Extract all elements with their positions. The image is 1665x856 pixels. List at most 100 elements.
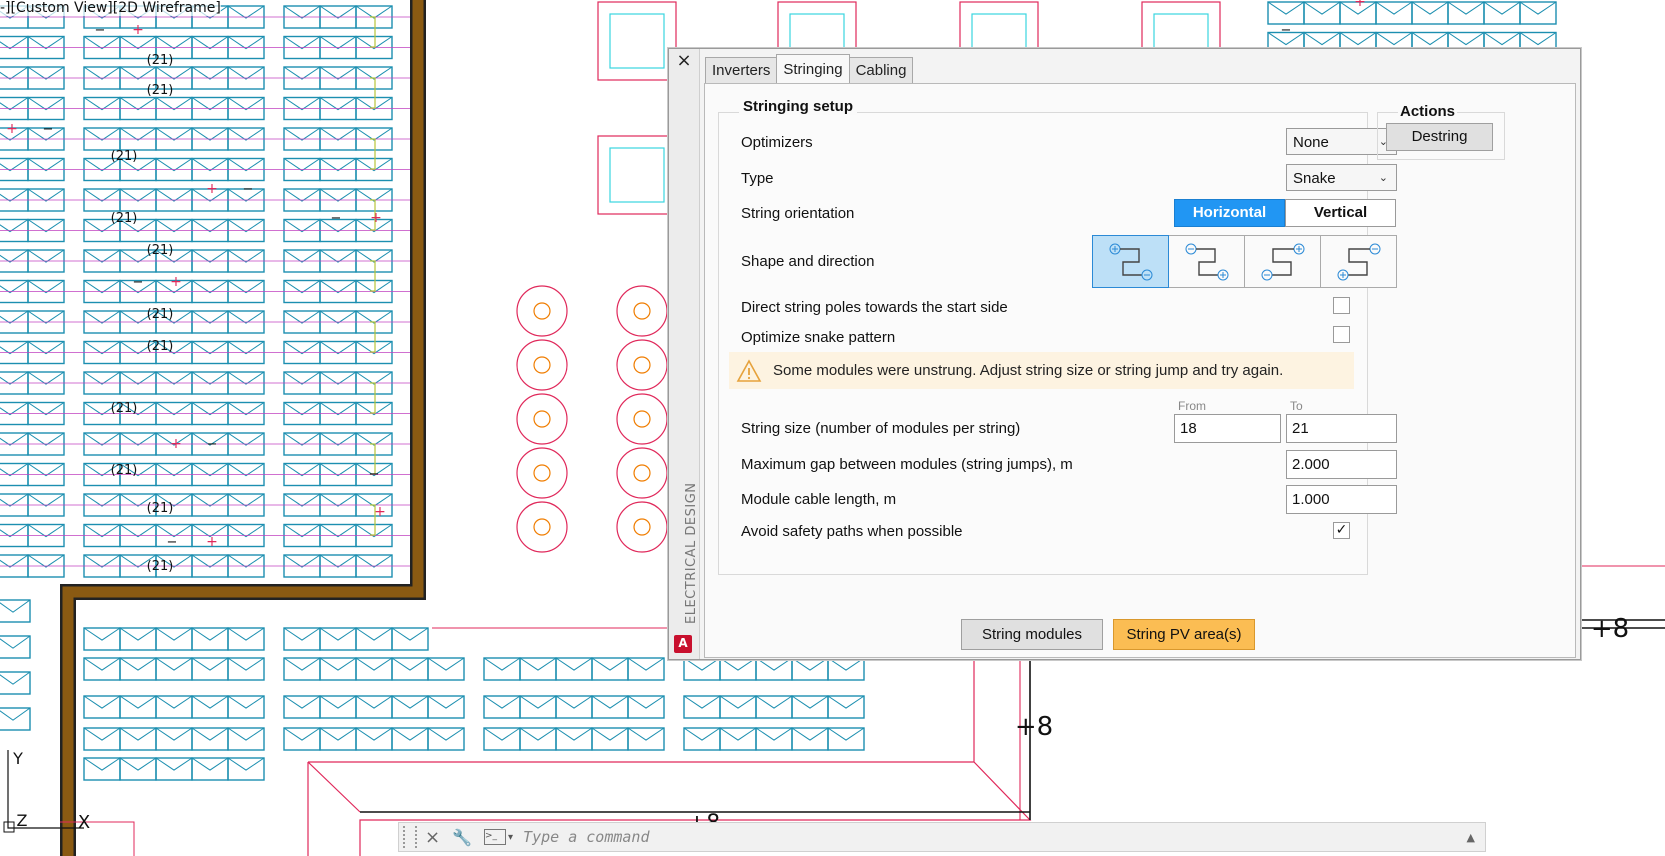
snake-shape-reverse-plus-icon	[1261, 243, 1304, 280]
shape-direction-options	[1092, 235, 1397, 288]
pole-minus: −	[369, 467, 380, 482]
pv-module	[155, 657, 193, 681]
snake-shape-minus-plus-icon	[1185, 243, 1228, 280]
shape-option-1[interactable]	[1092, 235, 1169, 288]
pole-minus: −	[243, 182, 254, 197]
pv-module	[719, 695, 757, 719]
optimizers-value: None	[1293, 134, 1329, 151]
string-orientation-label: String orientation	[741, 205, 855, 222]
pole-plus: +	[6, 121, 18, 137]
pv-module	[719, 657, 757, 681]
pv-module	[319, 695, 357, 719]
pv-module	[519, 727, 557, 751]
vent-inner	[533, 464, 551, 482]
pv-module	[427, 695, 465, 719]
orientation-toggle: Horizontal Vertical	[1174, 199, 1396, 227]
pv-module	[391, 657, 429, 681]
pv-module	[683, 695, 721, 719]
command-input[interactable]: Type a command	[523, 828, 1466, 846]
pv-module	[627, 727, 665, 751]
pv-module	[119, 627, 157, 651]
string-count-label: (21)	[147, 53, 174, 68]
viewport-label[interactable]: -][Custom View][2D Wireframe]	[0, 0, 221, 16]
pv-module	[683, 727, 721, 751]
vent-outer	[516, 447, 568, 499]
string-pv-areas-button[interactable]: String PV area(s)	[1113, 619, 1255, 650]
vent-outer	[616, 285, 668, 337]
shape-option-4[interactable]	[1320, 235, 1397, 288]
pv-module	[627, 695, 665, 719]
string-link	[370, 260, 376, 292]
direct-poles-checkbox[interactable]	[1333, 297, 1350, 314]
string-count-label: (21)	[147, 307, 174, 322]
max-gap-input[interactable]: 2.000	[1286, 450, 1397, 479]
pv-module	[283, 657, 321, 681]
pole-minus: −	[95, 23, 106, 38]
pv-module	[483, 695, 521, 719]
pole-plus: +	[206, 534, 218, 550]
pv-module	[355, 695, 393, 719]
vent-inner	[633, 302, 651, 320]
warning-icon	[729, 358, 769, 383]
type-select[interactable]: Snake ⌄	[1286, 164, 1397, 191]
shape-option-2[interactable]	[1168, 235, 1245, 288]
string-count-label: (21)	[111, 211, 138, 226]
string-count-label: (21)	[147, 559, 174, 574]
command-line-close-icon[interactable]: ×	[425, 827, 440, 848]
orientation-vertical-button[interactable]: Vertical	[1285, 199, 1396, 227]
tab-inverters[interactable]: Inverters	[705, 57, 778, 83]
cable-length-input[interactable]: 1.000	[1286, 485, 1397, 514]
shape-direction-label: Shape and direction	[741, 253, 875, 270]
string-modules-button[interactable]: String modules	[961, 619, 1103, 650]
vent-outer	[516, 339, 568, 391]
orientation-horizontal-button[interactable]: Horizontal	[1174, 199, 1285, 227]
autocad-logo-icon[interactable]: A	[674, 635, 692, 653]
destring-button[interactable]: Destring	[1386, 123, 1493, 151]
string-count-label: (21)	[147, 339, 174, 354]
pv-module	[791, 727, 829, 751]
pv-module	[755, 695, 793, 719]
pv-module	[191, 757, 229, 781]
command-prompt-icon[interactable]: >_	[484, 829, 507, 845]
command-line-grip[interactable]	[403, 826, 417, 848]
string-size-to-input[interactable]: 21	[1286, 414, 1397, 443]
customize-wrench-icon[interactable]: 🔧	[452, 828, 472, 847]
elevation-label: +8	[1591, 614, 1629, 644]
avoid-paths-checkbox[interactable]: ✓	[1333, 522, 1350, 539]
pv-module	[591, 657, 629, 681]
pv-module	[83, 727, 121, 751]
from-label: From	[1178, 399, 1206, 413]
pv-module	[627, 657, 665, 681]
vent-inner	[533, 410, 551, 428]
pv-module	[591, 727, 629, 751]
string-size-from-input[interactable]: 18	[1174, 414, 1281, 443]
string-count-label: (21)	[147, 501, 174, 516]
pole-minus: −	[133, 275, 144, 290]
string-size-label: String size (number of modules per strin…	[741, 420, 1021, 437]
pv-module	[827, 695, 865, 719]
pv-module	[119, 657, 157, 681]
optimize-snake-checkbox[interactable]	[1333, 326, 1350, 343]
actions-title: Actions	[1398, 103, 1458, 120]
electrical-design-palette: × ELECTRICAL DESIGN A Inverters Stringin…	[668, 48, 1581, 660]
tab-stringing[interactable]: Stringing	[776, 54, 850, 83]
palette-close-icon[interactable]: ×	[674, 51, 694, 71]
command-history-icon[interactable]: ▲	[1467, 831, 1475, 844]
vent-outer	[516, 393, 568, 445]
pv-module	[83, 695, 121, 719]
vent-inner	[633, 518, 651, 536]
string-count-label: (21)	[111, 401, 138, 416]
snake-shape-reverse-minus-icon	[1337, 243, 1380, 280]
vent-inner	[533, 518, 551, 536]
string-link	[370, 321, 376, 353]
tab-cabling[interactable]: Cabling	[848, 57, 914, 83]
recent-commands-dropdown-icon[interactable]: ▾	[508, 832, 513, 843]
pv-module	[519, 695, 557, 719]
pv-module	[1267, 1, 1305, 25]
stringing-panel: Optimizers None ⌄ Type Snake ⌄ String or…	[704, 83, 1576, 658]
vent-outer	[516, 501, 568, 553]
shape-option-3[interactable]	[1244, 235, 1321, 288]
stringing-setup-group: Optimizers None ⌄ Type Snake ⌄ String or…	[718, 112, 1397, 575]
pv-module	[555, 657, 593, 681]
palette-side-strip[interactable]: × ELECTRICAL DESIGN A	[669, 49, 700, 659]
